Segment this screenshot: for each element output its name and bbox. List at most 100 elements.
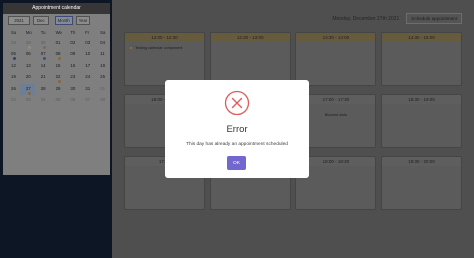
calendar-day[interactable]: 03	[20, 95, 35, 106]
calendar-day[interactable]: 03	[79, 38, 94, 49]
day-number: 11	[100, 51, 105, 57]
calendar-days: 28 29 30 01 02 03 04 05 06 07 08 09 10 11 12 13 14 15 16 17…	[5, 38, 109, 106]
month-select[interactable]: Dec	[33, 15, 49, 25]
day-number: 16	[70, 62, 76, 68]
weekday-label: Su	[11, 30, 17, 35]
day-number: 27	[25, 85, 31, 91]
day-number: 08	[100, 96, 106, 102]
calendar-day[interactable]: 25	[94, 72, 109, 83]
calendar-day[interactable]: 11	[94, 49, 109, 60]
day-number: 07	[40, 51, 46, 57]
appointment-entry[interactable]: Testing calendar component	[125, 42, 204, 50]
weekday-header: Su Mo Tu We Th Fr Sa	[5, 30, 109, 38]
time-slot-card[interactable]: 14:30 - 15:00	[381, 32, 462, 86]
day-number: 01	[55, 40, 61, 45]
schedule-appointment-button[interactable]: Schedule appointment	[406, 13, 462, 24]
weekday-label: We	[55, 30, 62, 35]
calendar-day[interactable]: 10	[79, 49, 94, 60]
calendar-day[interactable]: 01	[94, 84, 109, 95]
calendar-title: Appointment calendar	[3, 3, 110, 14]
calendar-day[interactable]: 07	[79, 95, 94, 106]
day-number: 04	[100, 40, 106, 45]
slot-time: 18:30 - 19:00	[382, 95, 461, 104]
calendar-day[interactable]: 05	[50, 95, 65, 106]
calendar-day[interactable]: 20	[20, 72, 35, 83]
weekday-label: Mo	[25, 30, 32, 35]
slot-time: 12:00 - 12:30	[125, 33, 204, 42]
day-number: 13	[25, 62, 31, 68]
day-number: 03	[25, 96, 31, 102]
day-number: 23	[70, 74, 76, 80]
error-x-icon	[224, 90, 250, 116]
calendar-day[interactable]: 09	[64, 49, 79, 60]
calendar-day[interactable]: 06	[20, 49, 35, 60]
calendar-day[interactable]: 08	[94, 95, 109, 106]
calendar-day[interactable]: 12	[5, 61, 20, 72]
day-number: 28	[40, 85, 46, 91]
calendar-day[interactable]: 02	[64, 38, 79, 49]
day-number: 17	[85, 62, 91, 68]
day-number: 30	[70, 85, 76, 91]
ok-button[interactable]: OK	[227, 156, 246, 170]
calendar-day[interactable]: 04	[35, 95, 50, 106]
calendar-day[interactable]: 26	[5, 84, 20, 95]
calendar-day[interactable]: 29	[20, 38, 35, 49]
day-number: 29	[25, 40, 31, 45]
day-number: 15	[55, 62, 61, 68]
calendar-day[interactable]: 28	[5, 38, 20, 49]
calendar-day[interactable]: 05	[5, 49, 20, 61]
calendar-day[interactable]: 30	[64, 84, 79, 95]
calendar-day[interactable]: 04	[94, 38, 109, 49]
calendar-controls: 2021 Dec Month Year	[3, 14, 110, 26]
calendar-day[interactable]: 30	[35, 38, 50, 49]
day-number: 25	[100, 74, 106, 80]
calendar-day[interactable]: 19	[5, 72, 20, 83]
appointment-title: Testing calendar component	[135, 46, 183, 50]
time-slot-card[interactable]: 18:30 - 19:00	[381, 94, 462, 148]
time-slot-card[interactable]: 12:00 - 12:30 Testing calendar component	[124, 32, 205, 86]
entry-marker-icon	[130, 47, 132, 49]
calendar-day[interactable]: 13	[20, 61, 35, 72]
calendar-day[interactable]: 22	[50, 72, 65, 84]
calendar-day[interactable]: 24	[79, 72, 94, 83]
weekday-label: Th	[70, 30, 76, 35]
time-slot-card[interactable]: 13:30 - 14:00	[295, 32, 377, 86]
calendar-day[interactable]: 29	[50, 84, 65, 95]
day-number: 08	[55, 51, 61, 57]
day-number: 07	[85, 96, 91, 102]
day-number: 06	[70, 96, 76, 102]
calendar-day[interactable]: 06	[64, 95, 79, 106]
day-number: 24	[85, 74, 91, 80]
day-number: 21	[40, 74, 46, 80]
calendar-day[interactable]: 18	[94, 61, 109, 72]
slot-time: 12:30 - 13:00	[210, 33, 290, 42]
dialog-title: Error	[226, 124, 248, 135]
calendar-day[interactable]: 01	[50, 38, 65, 49]
calendar-day[interactable]: 28	[35, 84, 50, 95]
calendar-day-selected[interactable]: 27	[19, 83, 35, 95]
day-number: 06	[25, 51, 31, 57]
calendar-day[interactable]: 14	[35, 61, 50, 72]
month-view-button[interactable]: Month	[54, 15, 73, 25]
calendar-day[interactable]: 02	[5, 95, 20, 106]
calendar-day[interactable]: 23	[64, 72, 79, 83]
time-slot-card[interactable]: 19:30 - 20:00	[381, 156, 462, 210]
calendar-day[interactable]: 31	[79, 84, 94, 95]
calendar-day[interactable]: 21	[35, 72, 50, 83]
dialog-message: This day has already an appointment sche…	[186, 142, 288, 147]
day-number: 12	[11, 62, 16, 68]
calendar-day[interactable]: 15	[50, 61, 65, 72]
day-number: 02	[70, 40, 76, 45]
calendar-day[interactable]: 08	[50, 49, 65, 61]
calendar-day[interactable]: 07	[35, 49, 50, 61]
year-select[interactable]: 2021	[8, 15, 30, 25]
time-slot-card[interactable]: 12:30 - 13:00	[209, 32, 291, 86]
main-header: Monday, December 27th 2021 Schedule appo…	[332, 13, 462, 24]
day-number: 10	[85, 51, 91, 57]
day-number: 20	[25, 74, 31, 80]
day-number: 14	[40, 62, 46, 68]
slot-time: 14:30 - 15:00	[382, 33, 461, 42]
calendar-day[interactable]: 16	[64, 61, 79, 72]
year-view-button[interactable]: Year	[75, 15, 91, 25]
calendar-day[interactable]: 17	[79, 61, 94, 72]
